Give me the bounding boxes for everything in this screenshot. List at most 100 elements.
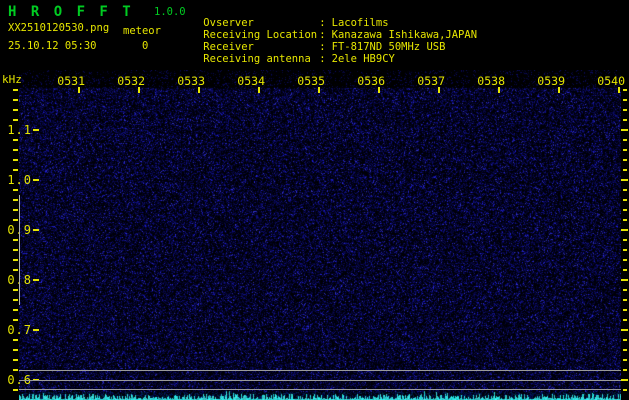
frequency-tick-minor: [13, 168, 18, 171]
frequency-tick-minor: [13, 348, 18, 351]
detection-band-marker: [19, 195, 20, 305]
frequency-tick-minor: [13, 298, 18, 301]
frequency-tick-minor: [623, 158, 627, 161]
time-tick: [258, 87, 260, 93]
time-label: 0537: [417, 74, 445, 88]
frequency-label: 1.0: [7, 172, 32, 187]
frequency-label: 1.1: [7, 122, 32, 137]
frequency-tick-minor: [13, 368, 18, 371]
frequency-tick-minor: [13, 218, 18, 221]
frequency-tick-minor: [13, 98, 18, 101]
output-filename: XX2510120530.png: [8, 22, 110, 34]
frequency-tick-minor: [623, 318, 627, 321]
observation-datetime: 25.10.12 05:30: [8, 40, 97, 52]
frequency-tick-minor: [623, 138, 627, 141]
time-tick: [618, 87, 620, 93]
frequency-tick-minor: [623, 218, 627, 221]
frequency-tick-minor: [13, 188, 18, 191]
frequency-tick-minor: [623, 198, 627, 201]
frequency-tick-major: [621, 328, 628, 331]
frequency-tick-minor: [623, 148, 627, 151]
hrofft-window: H R O F F T 1.0.0 XX2510120530.png meteo…: [0, 0, 629, 400]
frequency-tick-minor: [623, 188, 627, 191]
frequency-tick-minor: [623, 298, 627, 301]
time-tick: [138, 87, 140, 93]
time-label: 0535: [297, 74, 325, 88]
frequency-tick-minor: [623, 98, 627, 101]
frequency-tick-minor: [623, 368, 627, 371]
frequency-tick-major: [33, 128, 39, 131]
frequency-tick-minor: [623, 258, 627, 261]
frequency-tick-major: [621, 228, 628, 231]
time-label: 0536: [357, 74, 385, 88]
frequency-tick-minor: [13, 288, 18, 291]
time-tick: [198, 87, 200, 93]
frequency-tick-minor: [13, 358, 18, 361]
antenna-label: Receiving antenna: [203, 53, 311, 65]
frequency-tick-major: [33, 328, 39, 331]
time-label: 0534: [237, 74, 265, 88]
frequency-tick-minor: [13, 198, 18, 201]
frequency-tick-minor: [13, 118, 18, 121]
frequency-tick-minor: [13, 208, 18, 211]
frequency-tick-minor: [13, 258, 18, 261]
time-tick: [78, 87, 80, 93]
frequency-tick-minor: [623, 168, 627, 171]
info-row-antenna: Receiving antenna:2ele HB9CY: [178, 41, 395, 77]
frequency-tick-major: [33, 178, 39, 181]
time-tick: [498, 87, 500, 93]
time-tick: [318, 87, 320, 93]
frequency-tick-minor: [13, 338, 18, 341]
frequency-tick-minor: [623, 88, 627, 91]
time-label: 0540: [597, 74, 625, 88]
frequency-tick-major: [621, 178, 628, 181]
frequency-tick-major: [621, 378, 628, 381]
frequency-tick-minor: [623, 248, 627, 251]
time-label: 0532: [117, 74, 145, 88]
frequency-tick-minor: [13, 138, 18, 141]
frequency-label: 0.9: [1, 223, 32, 237]
reference-line: [19, 380, 621, 381]
time-tick: [438, 87, 440, 93]
frequency-tick-minor: [623, 118, 627, 121]
frequency-tick-minor: [623, 288, 627, 291]
spectrogram-canvas: [19, 70, 621, 400]
frequency-label: 0.8: [1, 273, 32, 287]
frequency-tick-minor: [13, 268, 18, 271]
frequency-tick-minor: [623, 108, 627, 111]
frequency-tick-minor: [13, 88, 18, 91]
frequency-tick-minor: [13, 248, 18, 251]
frequency-tick-minor: [13, 308, 18, 311]
frequency-tick-minor: [623, 348, 627, 351]
time-label: 0538: [477, 74, 505, 88]
time-label: 0533: [177, 74, 205, 88]
frequency-tick-minor: [13, 238, 18, 241]
frequency-label: 0.7: [7, 322, 32, 337]
reference-line: [19, 389, 621, 390]
time-tick: [378, 87, 380, 93]
time-label: 0539: [537, 74, 565, 88]
reference-line: [19, 370, 621, 371]
frequency-tick-minor: [13, 388, 18, 391]
antenna-value: 2ele HB9CY: [331, 53, 395, 65]
time-tick: [558, 87, 560, 93]
frequency-tick-minor: [623, 208, 627, 211]
app-title: H R O F F T: [8, 4, 134, 20]
frequency-tick-minor: [623, 358, 627, 361]
observation-mode: meteor: [123, 25, 161, 37]
frequency-tick-major: [33, 278, 39, 281]
meteor-count: 0: [142, 40, 149, 52]
frequency-tick-minor: [623, 338, 627, 341]
frequency-tick-minor: [623, 238, 627, 241]
frequency-tick-minor: [623, 308, 627, 311]
frequency-tick-minor: [623, 268, 627, 271]
frequency-tick-major: [621, 278, 628, 281]
frequency-tick-minor: [13, 148, 18, 151]
frequency-unit-label: kHz: [2, 73, 22, 86]
frequency-tick-minor: [13, 318, 18, 321]
frequency-tick-major: [33, 228, 39, 231]
time-label: 0531: [57, 74, 85, 88]
frequency-tick-minor: [623, 388, 627, 391]
frequency-tick-minor: [13, 158, 18, 161]
frequency-tick-minor: [13, 108, 18, 111]
